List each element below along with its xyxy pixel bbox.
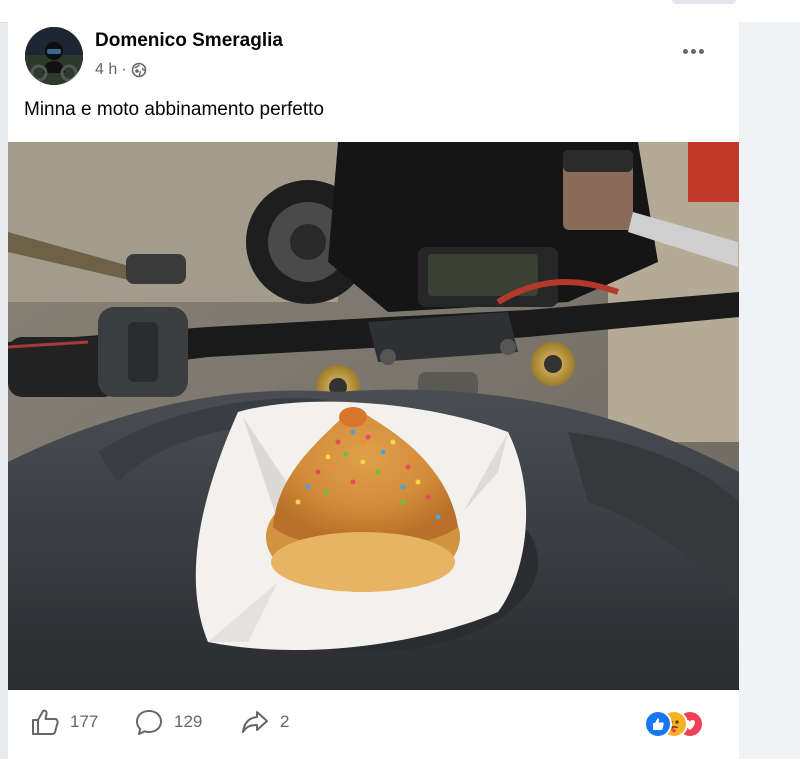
avatar-image <box>25 27 83 85</box>
post-actions-bar: 177 129 2 <box>8 690 739 759</box>
author-name[interactable]: Domenico Smeraglia <box>95 30 283 52</box>
thumbs-up-icon <box>30 708 60 736</box>
share-button[interactable]: 2 <box>240 708 289 736</box>
globe-icon <box>131 62 147 78</box>
comment-count: 129 <box>174 712 203 731</box>
like-reaction-icon <box>644 710 672 738</box>
post-photo[interactable] <box>8 142 739 690</box>
avatar[interactable] <box>25 27 83 85</box>
post-time[interactable]: 4 h <box>95 61 117 79</box>
share-count: 2 <box>280 712 290 731</box>
comment-bubble-icon <box>134 708 164 736</box>
comment-button[interactable]: 129 <box>134 708 202 736</box>
right-sidebar <box>739 22 800 759</box>
like-count: 177 <box>70 712 99 731</box>
reaction-icons[interactable] <box>644 710 724 738</box>
post-meta: 4 h · <box>95 60 147 80</box>
post-card: Domenico Smeraglia 4 h · Minna e moto ab… <box>8 22 739 759</box>
share-arrow-icon <box>240 708 270 736</box>
browser-top-bar <box>0 0 800 23</box>
more-options-icon[interactable] <box>678 44 708 58</box>
post-text: Minna e moto abbinamento perfetto <box>24 99 324 120</box>
like-button[interactable]: 177 <box>30 708 98 736</box>
top-bar-tab <box>672 0 736 4</box>
meta-separator: · <box>121 61 127 78</box>
